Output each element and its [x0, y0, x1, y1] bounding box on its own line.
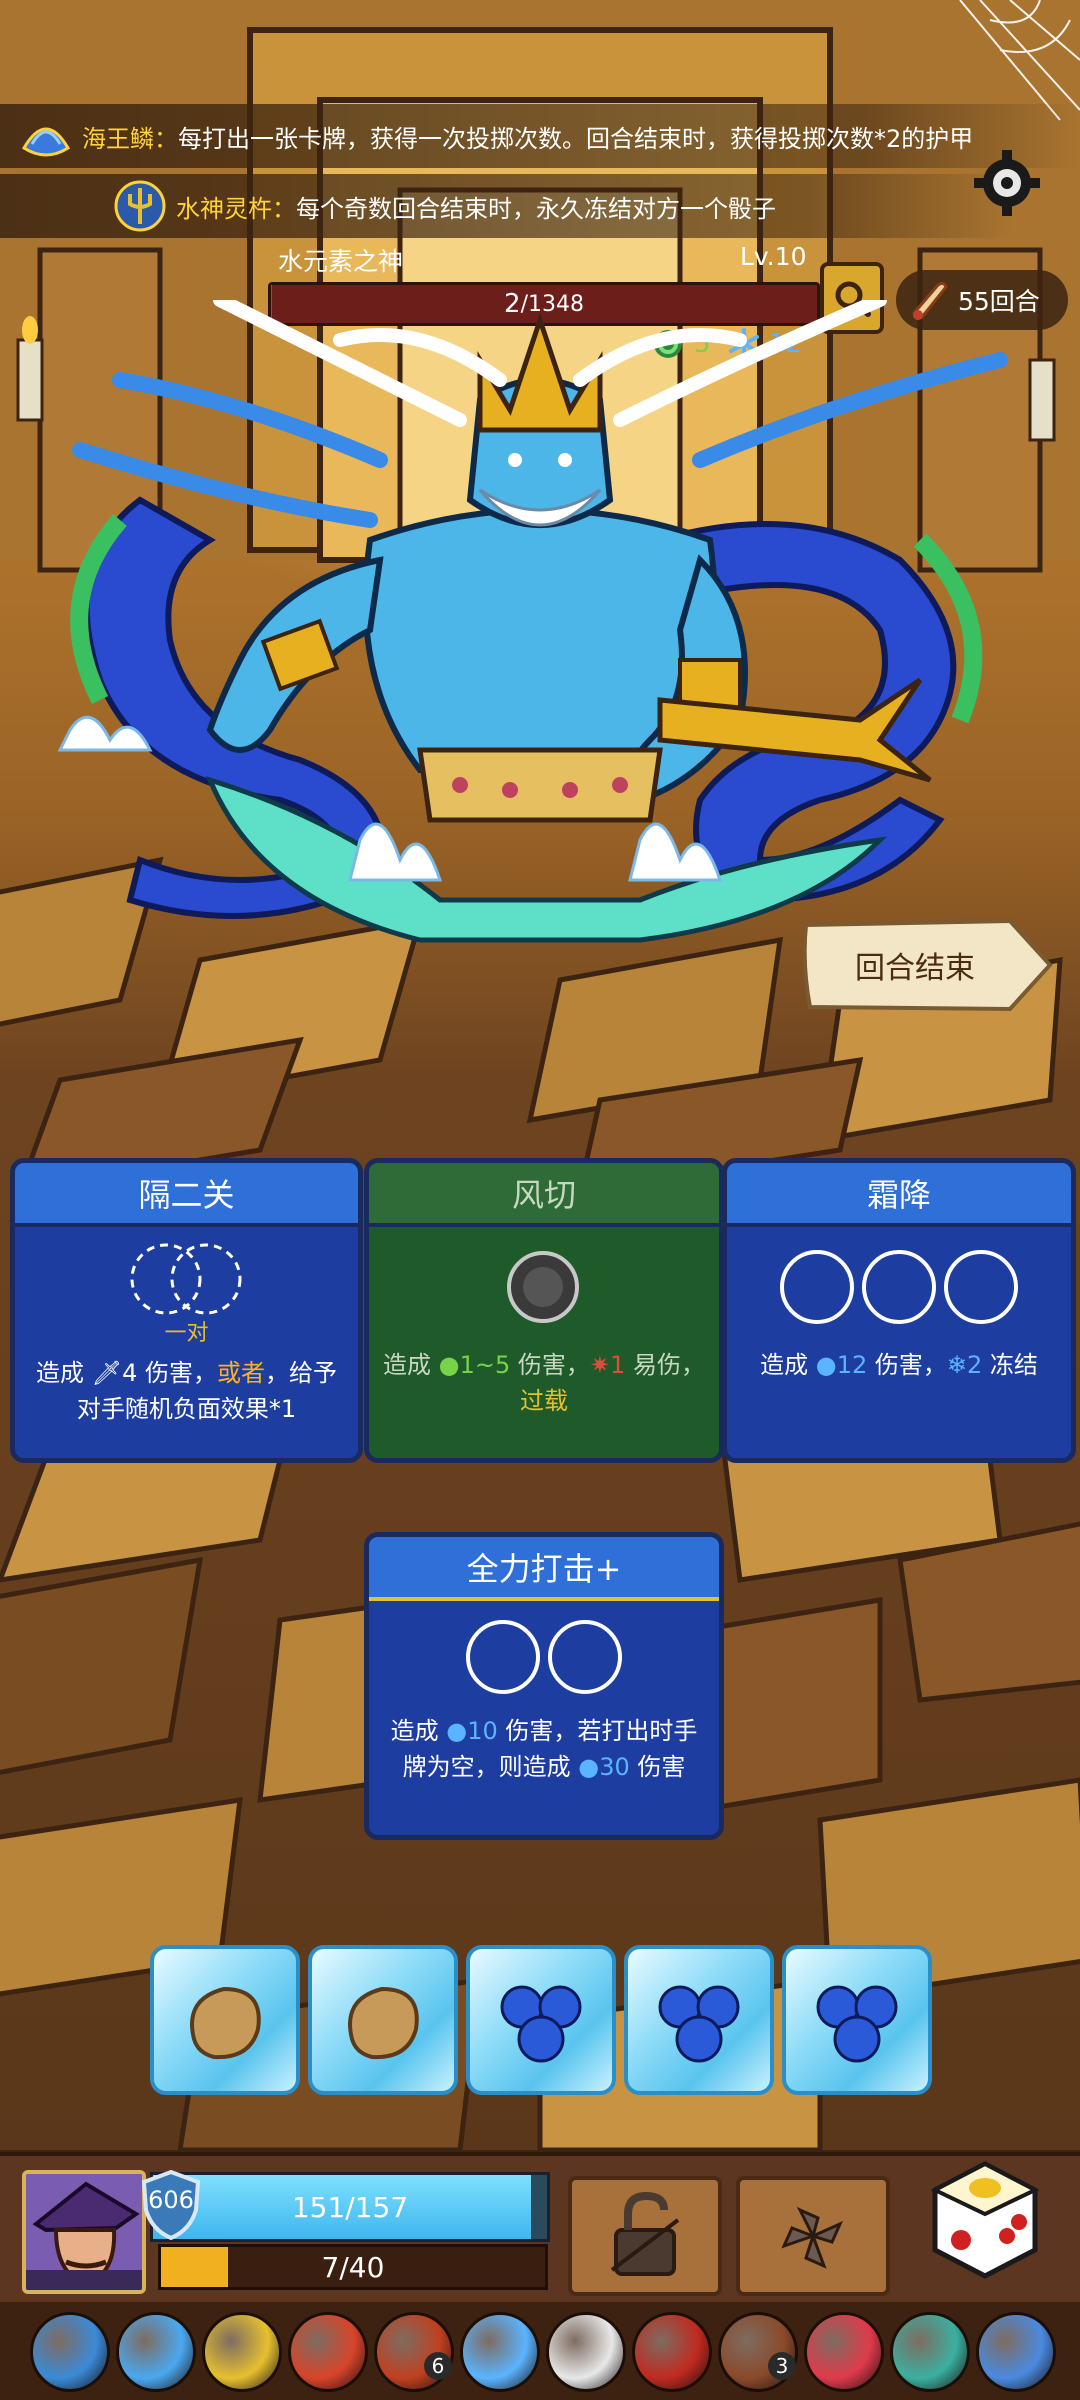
- relic-count-badge: 3: [768, 2352, 796, 2380]
- freeze-icon: ❄: [946, 1351, 967, 1379]
- passive-desc: 每个奇数回合结束时，永久冻结对方一个骰子: [296, 194, 776, 223]
- water-drop-icon: ●: [446, 1717, 468, 1745]
- settings-gear-icon[interactable]: [972, 148, 1042, 218]
- trident-icon: [114, 180, 166, 232]
- passive-name: 水神灵杵：: [176, 194, 296, 223]
- water-drops-icon: [658, 1985, 740, 2063]
- water-slot-icon: [466, 1620, 540, 1694]
- desc-text: 伤害，: [137, 1359, 218, 1387]
- crystal-relic-icon[interactable]: [460, 2312, 540, 2392]
- passive-name: 海王鳞：: [82, 124, 178, 153]
- desc-text: 造成: [760, 1351, 816, 1379]
- boss-name: 水元素之神: [278, 247, 404, 276]
- shatter-icon: [781, 2206, 843, 2269]
- crown-relic-icon[interactable]: [202, 2312, 282, 2392]
- card-dice-slot: [369, 1227, 719, 1347]
- sword-icon: 🗡: [91, 1359, 123, 1387]
- water-drops-icon: [816, 1985, 898, 2063]
- desc-text: 造成: [383, 1351, 439, 1379]
- freeze-value: 2: [966, 1351, 983, 1379]
- smash-dice-button[interactable]: [736, 2176, 890, 2296]
- roll-dice-button[interactable]: [915, 2150, 1050, 2285]
- desc-text: 冻结: [982, 1351, 1038, 1379]
- water-drop-icon: ●: [578, 1753, 600, 1781]
- frozen-die-water[interactable]: [624, 1945, 774, 2095]
- seven-relic-icon[interactable]: [804, 2312, 884, 2392]
- water-slot-icon: [944, 1250, 1018, 1324]
- frozen-die-water[interactable]: [782, 1945, 932, 2095]
- damage-value: 10: [467, 1717, 498, 1745]
- card-quan-li-da-ji[interactable]: 全力打击+ 造成 ●10 伤害，若打出时手牌为空，则造成 ●30 伤害: [364, 1532, 724, 1840]
- dragon-relic-icon[interactable]: [890, 2312, 970, 2392]
- desc-text: 易伤，: [625, 1351, 705, 1379]
- card-ge-er-guan[interactable]: 隔二关 一对 造成 🗡4 伤害，或者，给予对手随机负面效果*1: [10, 1158, 363, 1463]
- damage-value: 12: [836, 1351, 868, 1379]
- end-turn-button[interactable]: 回合结束: [800, 915, 1055, 1015]
- wind-icon: ●: [438, 1351, 460, 1379]
- passive-desc: 每打出一张卡牌，获得一次投掷次数。回合结束时，获得投掷次数*2的护甲: [178, 124, 974, 153]
- or-keyword: 或者: [217, 1359, 266, 1387]
- player-avatar[interactable]: [22, 2170, 146, 2294]
- skull-relic-icon[interactable]: [546, 2312, 626, 2392]
- desc-text: 造成: [35, 1359, 92, 1387]
- water-drop-relic-icon[interactable]: [116, 2312, 196, 2392]
- player-hp-bar: 151/157: [150, 2172, 550, 2242]
- card-shuang-jiang[interactable]: 霜降 造成 ●12 伤害，❄2 冻结: [722, 1158, 1076, 1463]
- end-turn-label: 回合结束: [855, 951, 975, 986]
- card-title: 霜降: [727, 1163, 1071, 1227]
- card-description: 造成 ●1~5 伤害，✷1 易伤， 过载: [369, 1347, 719, 1419]
- player-xp-bar: 7/40: [158, 2244, 548, 2290]
- desc-text: 伤害: [629, 1753, 686, 1781]
- seed-icon: [348, 1986, 419, 2060]
- vulnerable-value: 1: [610, 1351, 626, 1379]
- frozen-die-seed[interactable]: [150, 1945, 300, 2095]
- damage-value: 4: [122, 1359, 138, 1387]
- damage-value: 1~5: [459, 1351, 511, 1379]
- card-description: 造成 ●12 伤害，❄2 冻结: [727, 1347, 1071, 1383]
- slot-requirement-label: 一对: [164, 1321, 209, 1346]
- overload-keyword: 过载: [520, 1387, 568, 1415]
- card-title: 全力打击+: [369, 1537, 719, 1601]
- card-feng-qie[interactable]: 风切 造成 ●1~5 伤害，✷1 易伤， 过载: [364, 1158, 724, 1463]
- frozen-die-water[interactable]: [466, 1945, 616, 2095]
- wizard-portrait: [26, 2174, 142, 2290]
- seed-icon: [190, 1986, 261, 2060]
- water-slot-icon: [862, 1250, 936, 1324]
- player-xp-text: 7/40: [321, 2250, 385, 2284]
- red-horn-relic-icon[interactable]: [288, 2312, 368, 2392]
- water-gear-relic-icon[interactable]: [30, 2312, 110, 2392]
- card-title: 隔二关: [15, 1163, 358, 1227]
- water-slot-icon: [548, 1620, 622, 1694]
- broken-lock-icon: [610, 2191, 680, 2276]
- relic-count-badge: 6: [424, 2352, 452, 2380]
- card-description: 造成 🗡4 伤害，或者，给予对手随机负面效果*1: [15, 1355, 358, 1427]
- desc-text: 造成: [390, 1717, 447, 1745]
- player-hp-text: 151/157: [291, 2190, 409, 2224]
- lock-dice-button[interactable]: [568, 2176, 722, 2296]
- frozen-die-seed[interactable]: [308, 1945, 458, 2095]
- water-drops-icon: [500, 1985, 582, 2063]
- card-dice-slot: 一对: [15, 1227, 358, 1346]
- locked-slot-icon: [507, 1251, 579, 1323]
- red-hood-relic-icon[interactable]: [632, 2312, 712, 2392]
- desc-text: 伤害，: [510, 1351, 590, 1379]
- boss-level: Lv.10: [740, 242, 807, 271]
- passive-row-water-god-pestle[interactable]: 水神灵杵： 每个奇数回合结束时，永久冻结对方一个骰子: [0, 174, 1012, 238]
- card-description: 造成 ●10 伤害，若打出时手牌为空，则造成 ●30 伤害: [369, 1713, 719, 1785]
- vulnerable-icon: ✷: [589, 1351, 611, 1379]
- water-god-monster[interactable]: [40, 300, 1040, 1000]
- card-title: 风切: [369, 1163, 719, 1227]
- scale-icon: [21, 127, 71, 157]
- armor-value: 606: [148, 2186, 194, 2214]
- card-dice-slots: [727, 1227, 1071, 1347]
- fish-relic-icon[interactable]: [976, 2312, 1056, 2392]
- water-drop-icon: ●: [815, 1351, 837, 1379]
- water-slot-icon: [780, 1250, 854, 1324]
- passive-row-sea-king-scale[interactable]: 海王鳞： 每打出一张卡牌，获得一次投掷次数。回合结束时，获得投掷次数*2的护甲: [0, 104, 1080, 168]
- desc-text: 伤害，: [867, 1351, 947, 1379]
- card-dice-slots: [369, 1601, 719, 1713]
- damage-value: 30: [599, 1753, 630, 1781]
